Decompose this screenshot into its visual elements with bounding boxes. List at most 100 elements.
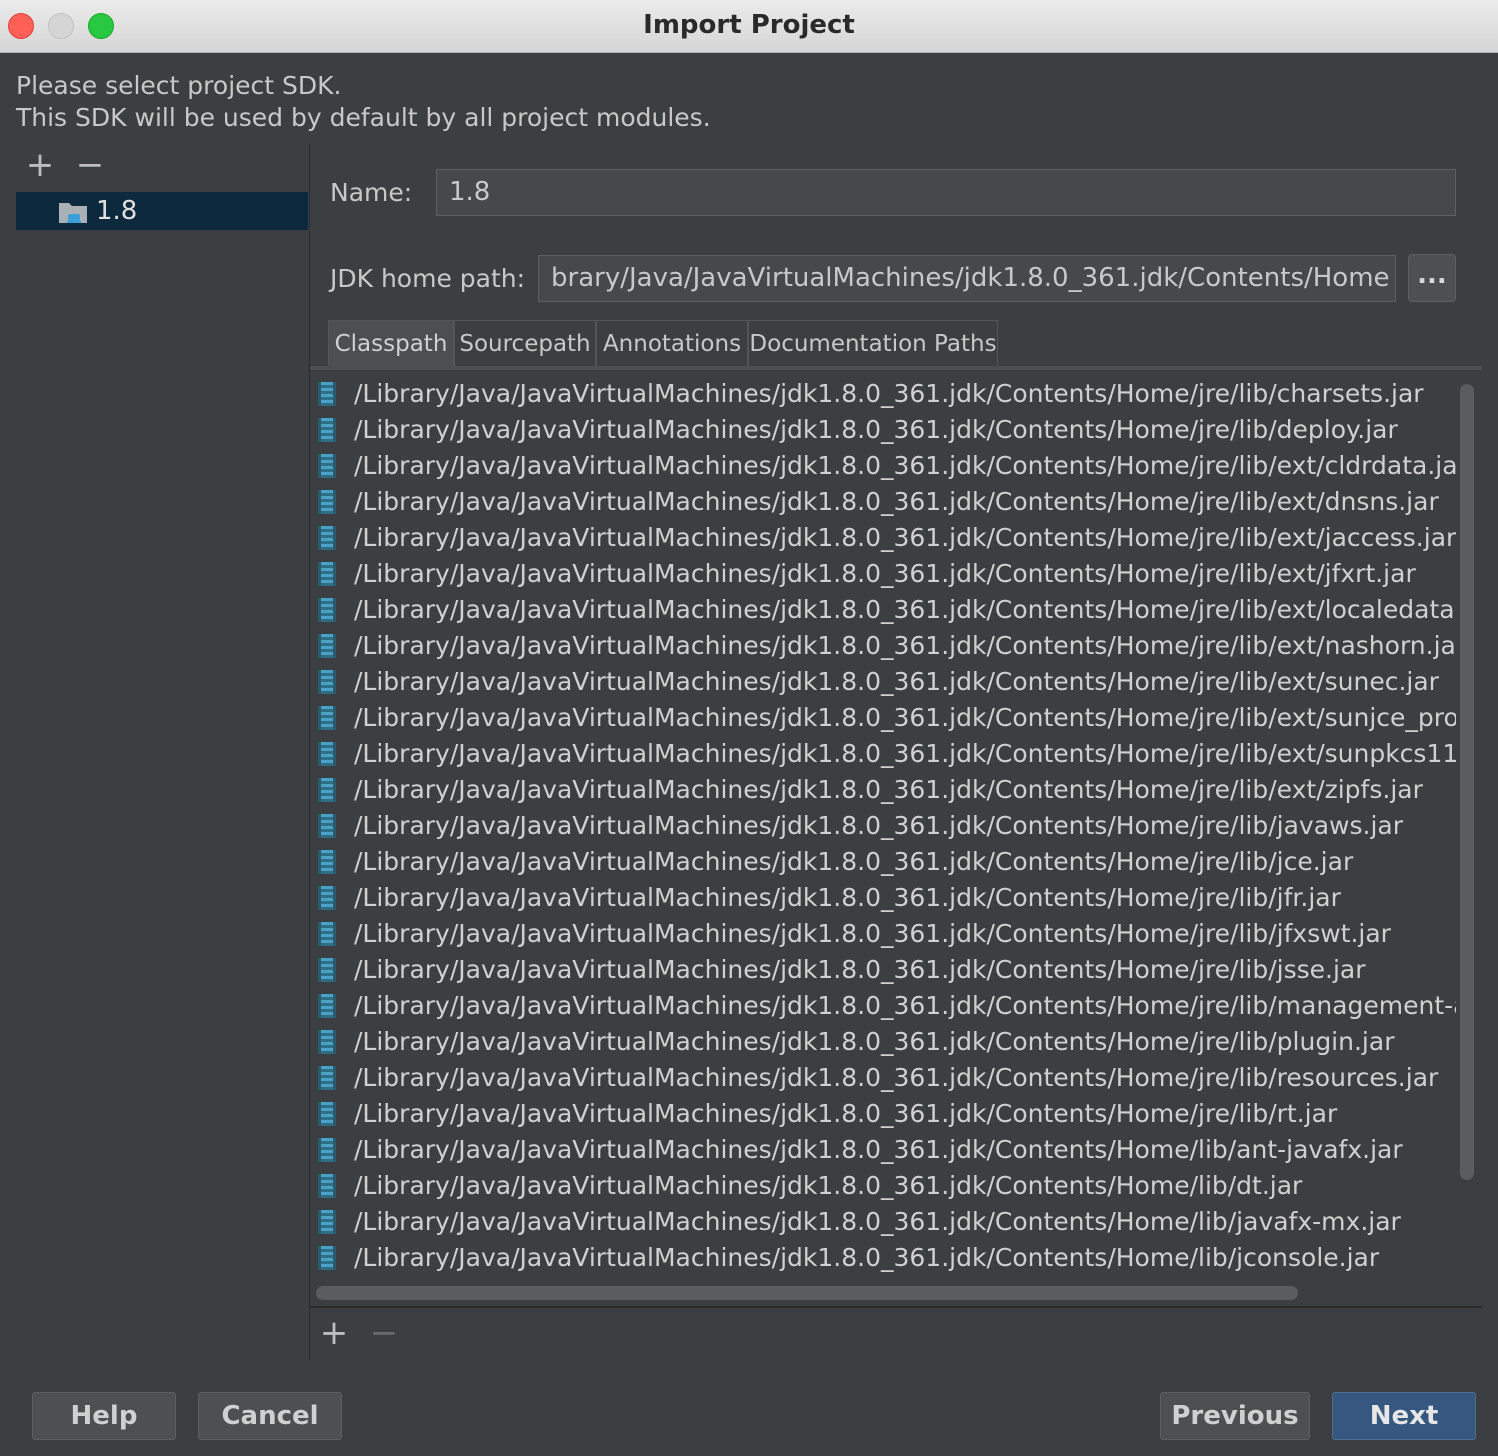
classpath-entry-text: /Library/Java/JavaVirtualMachines/jdk1.8…: [354, 1027, 1395, 1056]
next-button[interactable]: Next: [1332, 1392, 1476, 1440]
classpath-entry-text: /Library/Java/JavaVirtualMachines/jdk1.8…: [354, 919, 1391, 948]
jar-archive-icon: [318, 454, 336, 478]
classpath-entry-text: /Library/Java/JavaVirtualMachines/jdk1.8…: [354, 415, 1398, 444]
sdk-list: 1.8: [16, 192, 308, 1352]
jar-archive-icon: [318, 526, 336, 550]
help-button[interactable]: Help: [32, 1392, 176, 1440]
vertical-scrollbar[interactable]: [1460, 384, 1474, 1180]
jar-archive-icon: [318, 706, 336, 730]
classpath-row[interactable]: /Library/Java/JavaVirtualMachines/jdk1.8…: [312, 448, 1456, 484]
jar-archive-icon: [318, 778, 336, 802]
classpath-row[interactable]: /Library/Java/JavaVirtualMachines/jdk1.8…: [312, 520, 1456, 556]
classpath-row[interactable]: /Library/Java/JavaVirtualMachines/jdk1.8…: [312, 772, 1456, 808]
classpath-entry-text: /Library/Java/JavaVirtualMachines/jdk1.8…: [354, 1099, 1338, 1128]
tab-sourcepath[interactable]: Sourcepath: [454, 320, 596, 366]
classpath-row[interactable]: /Library/Java/JavaVirtualMachines/jdk1.8…: [312, 628, 1456, 664]
import-project-dialog: Import Project Please select project SDK…: [0, 0, 1498, 1456]
classpath-entry-text: /Library/Java/JavaVirtualMachines/jdk1.8…: [354, 703, 1456, 732]
remove-sdk-button[interactable]: −: [72, 148, 108, 184]
jar-archive-icon: [318, 994, 336, 1018]
classpath-row[interactable]: /Library/Java/JavaVirtualMachines/jdk1.8…: [312, 412, 1456, 448]
classpath-row[interactable]: /Library/Java/JavaVirtualMachines/jdk1.8…: [312, 664, 1456, 700]
classpath-row[interactable]: /Library/Java/JavaVirtualMachines/jdk1.8…: [312, 736, 1456, 772]
list-separator: [310, 1306, 1482, 1308]
jar-archive-icon: [318, 1030, 336, 1054]
jar-archive-icon: [318, 1066, 336, 1090]
jar-archive-icon: [318, 1138, 336, 1162]
jar-archive-icon: [318, 1210, 336, 1234]
classpath-entry-text: /Library/Java/JavaVirtualMachines/jdk1.8…: [354, 451, 1456, 480]
classpath-entry-text: /Library/Java/JavaVirtualMachines/jdk1.8…: [354, 523, 1456, 552]
classpath-row[interactable]: /Library/Java/JavaVirtualMachines/jdk1.8…: [312, 880, 1456, 916]
name-field[interactable]: 1.8: [436, 169, 1456, 216]
classpath-entry-text: /Library/Java/JavaVirtualMachines/jdk1.8…: [354, 955, 1366, 984]
jar-archive-icon: [318, 1102, 336, 1126]
remove-path-button[interactable]: −: [366, 1316, 402, 1352]
jdk-folder-icon: [59, 203, 87, 223]
jdk-home-path-label: JDK home path:: [330, 264, 526, 293]
classpath-row[interactable]: /Library/Java/JavaVirtualMachines/jdk1.8…: [312, 1096, 1456, 1132]
classpath-entry-text: /Library/Java/JavaVirtualMachines/jdk1.8…: [354, 991, 1456, 1020]
classpath-row[interactable]: /Library/Java/JavaVirtualMachines/jdk1.8…: [312, 1024, 1456, 1060]
intro-line-2: This SDK will be used by default by all …: [16, 103, 711, 132]
classpath-entry-text: /Library/Java/JavaVirtualMachines/jdk1.8…: [354, 775, 1423, 804]
sdk-toolbar: + −: [16, 148, 308, 184]
jar-archive-icon: [318, 490, 336, 514]
sdk-item-1-8[interactable]: 1.8: [16, 192, 308, 230]
classpath-entry-text: /Library/Java/JavaVirtualMachines/jdk1.8…: [354, 847, 1354, 876]
classpath-row[interactable]: /Library/Java/JavaVirtualMachines/jdk1.8…: [312, 916, 1456, 952]
add-sdk-button[interactable]: +: [22, 148, 58, 184]
intro-line-1: Please select project SDK.: [16, 71, 342, 100]
tab-underline: [310, 366, 1482, 370]
previous-button[interactable]: Previous: [1160, 1392, 1310, 1440]
tab-annotations[interactable]: Annotations: [596, 320, 748, 366]
classpath-row[interactable]: /Library/Java/JavaVirtualMachines/jdk1.8…: [312, 808, 1456, 844]
classpath-row[interactable]: /Library/Java/JavaVirtualMachines/jdk1.8…: [312, 988, 1456, 1024]
classpath-row[interactable]: /Library/Java/JavaVirtualMachines/jdk1.8…: [312, 952, 1456, 988]
classpath-row[interactable]: /Library/Java/JavaVirtualMachines/jdk1.8…: [312, 1060, 1456, 1096]
classpath-entry-text: /Library/Java/JavaVirtualMachines/jdk1.8…: [354, 487, 1439, 516]
window-title: Import Project: [643, 10, 855, 40]
jar-archive-icon: [318, 598, 336, 622]
intro-text: Please select project SDK. This SDK will…: [16, 70, 711, 134]
classpath-row[interactable]: /Library/Java/JavaVirtualMachines/jdk1.8…: [312, 556, 1456, 592]
jar-archive-icon: [318, 850, 336, 874]
classpath-entry-text: /Library/Java/JavaVirtualMachines/jdk1.8…: [354, 739, 1456, 768]
horizontal-scrollbar[interactable]: [316, 1286, 1298, 1300]
tab-documentation-paths[interactable]: Documentation Paths: [748, 320, 998, 366]
classpath-entry-text: /Library/Java/JavaVirtualMachines/jdk1.8…: [354, 1171, 1303, 1200]
cancel-button[interactable]: Cancel: [198, 1392, 342, 1440]
classpath-entry-text: /Library/Java/JavaVirtualMachines/jdk1.8…: [354, 379, 1424, 408]
jar-archive-icon: [318, 814, 336, 838]
classpath-row[interactable]: /Library/Java/JavaVirtualMachines/jdk1.8…: [312, 1240, 1456, 1276]
classpath-row[interactable]: /Library/Java/JavaVirtualMachines/jdk1.8…: [312, 592, 1456, 628]
classpath-entry-text: /Library/Java/JavaVirtualMachines/jdk1.8…: [354, 595, 1456, 624]
classpath-row[interactable]: /Library/Java/JavaVirtualMachines/jdk1.8…: [312, 376, 1456, 412]
classpath-entry-text: /Library/Java/JavaVirtualMachines/jdk1.8…: [354, 883, 1341, 912]
jar-archive-icon: [318, 634, 336, 658]
classpath-entry-text: /Library/Java/JavaVirtualMachines/jdk1.8…: [354, 811, 1403, 840]
jar-archive-icon: [318, 562, 336, 586]
classpath-entry-text: /Library/Java/JavaVirtualMachines/jdk1.8…: [354, 1063, 1439, 1092]
panel-divider: [309, 144, 310, 1360]
add-path-button[interactable]: +: [316, 1316, 352, 1352]
jar-archive-icon: [318, 382, 336, 406]
classpath-entry-text: /Library/Java/JavaVirtualMachines/jdk1.8…: [354, 559, 1416, 588]
jar-archive-icon: [318, 958, 336, 982]
title-bar: Import Project: [0, 0, 1498, 53]
classpath-row[interactable]: /Library/Java/JavaVirtualMachines/jdk1.8…: [312, 700, 1456, 736]
jar-archive-icon: [318, 922, 336, 946]
jdk-home-path-field[interactable]: brary/Java/JavaVirtualMachines/jdk1.8.0_…: [538, 255, 1396, 302]
classpath-list: /Library/Java/JavaVirtualMachines/jdk1.8…: [312, 376, 1456, 1276]
jar-archive-icon: [318, 1174, 336, 1198]
classpath-row[interactable]: /Library/Java/JavaVirtualMachines/jdk1.8…: [312, 1132, 1456, 1168]
classpath-row[interactable]: /Library/Java/JavaVirtualMachines/jdk1.8…: [312, 1168, 1456, 1204]
classpath-entry-text: /Library/Java/JavaVirtualMachines/jdk1.8…: [354, 1135, 1403, 1164]
classpath-row[interactable]: /Library/Java/JavaVirtualMachines/jdk1.8…: [312, 1204, 1456, 1240]
browse-button[interactable]: ...: [1408, 254, 1456, 302]
classpath-row[interactable]: /Library/Java/JavaVirtualMachines/jdk1.8…: [312, 844, 1456, 880]
classpath-row[interactable]: /Library/Java/JavaVirtualMachines/jdk1.8…: [312, 484, 1456, 520]
classpath-entry-text: /Library/Java/JavaVirtualMachines/jdk1.8…: [354, 1243, 1380, 1272]
tab-classpath[interactable]: Classpath: [328, 320, 454, 366]
classpath-entry-text: /Library/Java/JavaVirtualMachines/jdk1.8…: [354, 1207, 1401, 1236]
